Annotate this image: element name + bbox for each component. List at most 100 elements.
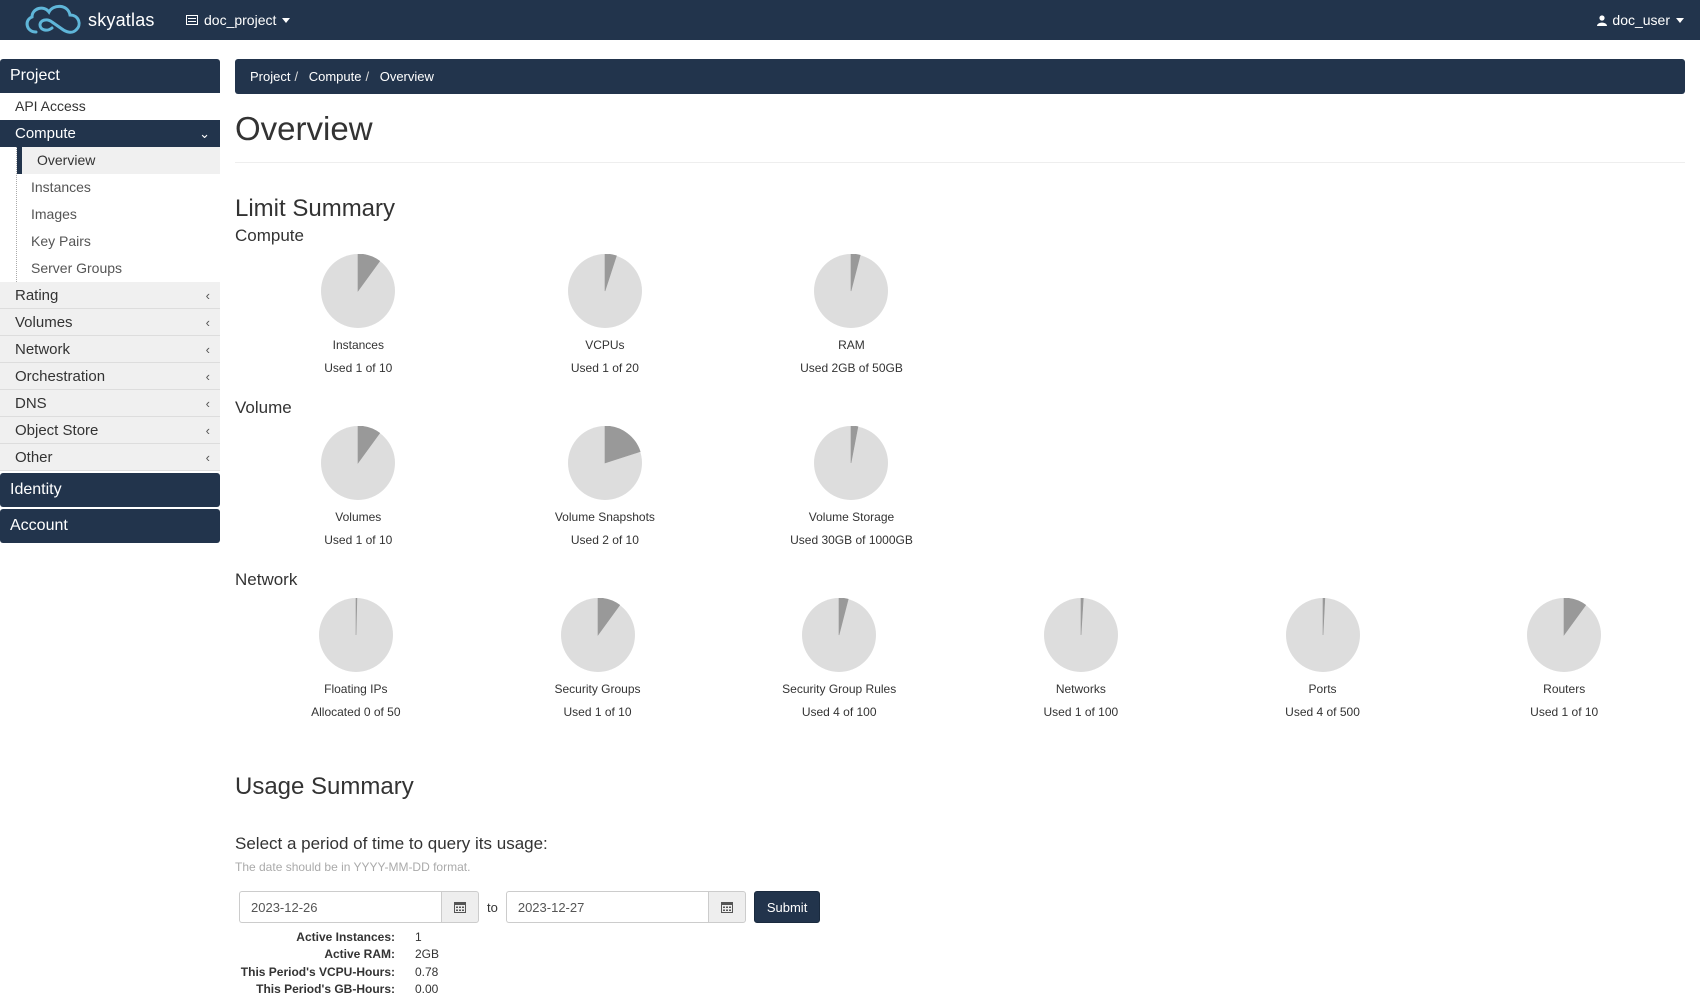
quota-label: Floating IPs bbox=[324, 682, 388, 696]
quota-label: Routers bbox=[1543, 682, 1586, 696]
quota-usage-text: Used 1 of 20 bbox=[570, 361, 639, 375]
brand-name: skyatlas bbox=[88, 9, 155, 30]
quota-pie-floating-ips: Floating IPs Allocated 0 of 50 bbox=[235, 593, 477, 739]
stat-value: 0.00 bbox=[415, 982, 439, 997]
page-title: Overview bbox=[235, 110, 1685, 163]
submit-button[interactable]: Submit bbox=[753, 891, 821, 923]
list-icon bbox=[186, 15, 198, 25]
quota-label: Volume Snapshots bbox=[554, 510, 655, 524]
quota-pie-volume-snapshots: Volume Snapshots Used 2 of 10 bbox=[482, 421, 729, 567]
sidebar-dashboard-identity[interactable]: Identity bbox=[0, 473, 220, 507]
breadcrumb-current: Overview bbox=[379, 69, 434, 84]
user-icon bbox=[1597, 14, 1608, 26]
pie-chart bbox=[567, 254, 642, 328]
sidebar-item-instances[interactable]: Instances bbox=[17, 174, 220, 201]
sidebar-group-compute[interactable]: Compute ⌄ bbox=[0, 120, 220, 147]
sidebar-item-images[interactable]: Images bbox=[17, 201, 220, 228]
sidebar-group-object-store[interactable]: Object Store ‹ bbox=[0, 417, 220, 444]
quota-pie-security-group-rules: Security Group Rules Used 4 of 100 bbox=[718, 593, 960, 739]
sidebar-group-label: DNS bbox=[15, 395, 47, 412]
pie-row: Volumes Used 1 of 10 Volume Snapshots Used … bbox=[235, 421, 1685, 567]
pie-chart bbox=[321, 254, 396, 328]
quota-pie-volume-storage: Volume Storage Used 30GB of 1000GB bbox=[728, 421, 975, 567]
breadcrumb-separator: / bbox=[365, 69, 370, 84]
quota-label: Instances bbox=[332, 338, 384, 352]
pie-chart bbox=[560, 598, 635, 672]
stat-value: 2GB bbox=[415, 947, 440, 962]
stat-value: 1 bbox=[415, 930, 422, 944]
sidebar-dashboard-account[interactable]: Account bbox=[0, 509, 220, 543]
chevron-left-icon: ‹ bbox=[205, 315, 210, 330]
project-dropdown[interactable]: doc_project bbox=[186, 0, 291, 40]
sidebar-group-label: Object Store bbox=[15, 422, 99, 439]
caret-down-icon bbox=[282, 17, 291, 23]
pie-row: Instances Used 1 of 10 VCPUs Used 1 of 20 RA… bbox=[235, 249, 1685, 395]
stat-key: Active RAM: bbox=[324, 947, 395, 962]
sidebar-group-label: Rating bbox=[15, 287, 59, 304]
pie-chart bbox=[318, 598, 393, 672]
pie-chart bbox=[1527, 598, 1602, 672]
top-navbar: skyatlas doc_project doc_user bbox=[0, 0, 1700, 40]
quota-pie-instances: Instances Used 1 of 10 bbox=[235, 249, 482, 395]
start-date-calendar-button[interactable] bbox=[441, 891, 479, 923]
stat-key: This Period's GB-Hours: bbox=[256, 982, 395, 997]
sidebar-item-server-groups[interactable]: Server Groups bbox=[17, 255, 220, 282]
chevron-left-icon: ‹ bbox=[205, 423, 210, 438]
sidebar-group-rating[interactable]: Rating ‹ bbox=[0, 282, 220, 309]
project-name: doc_project bbox=[204, 12, 277, 28]
quota-usage-text: Used 1 of 10 bbox=[324, 361, 393, 375]
pie-chart bbox=[1043, 598, 1118, 672]
quota-usage-text: Used 4 of 500 bbox=[1285, 705, 1360, 719]
quota-label: Volume Storage bbox=[808, 510, 895, 524]
sidebar-item-key-pairs[interactable]: Key Pairs bbox=[17, 228, 220, 255]
pie-chart bbox=[1285, 598, 1360, 672]
brand-logo[interactable]: skyatlas bbox=[22, 0, 155, 40]
quota-pie-vcpus: VCPUs Used 1 of 20 bbox=[482, 249, 729, 395]
sidebar-group-dns[interactable]: DNS ‹ bbox=[0, 390, 220, 417]
sidebar-group-volumes[interactable]: Volumes ‹ bbox=[0, 309, 220, 336]
sidebar-item-overview[interactable]: Overview bbox=[17, 147, 220, 174]
end-date-calendar-button[interactable] bbox=[707, 891, 746, 923]
end-date-input[interactable] bbox=[505, 891, 708, 923]
query-label: Select a period of time to query its usa… bbox=[235, 834, 548, 853]
quota-label: VCPUs bbox=[585, 338, 625, 352]
quota-usage-text: Used 1 of 10 bbox=[1530, 705, 1599, 719]
sidebar-dashboard-project[interactable]: Project bbox=[0, 59, 220, 93]
quota-usage-text: Used 1 of 10 bbox=[324, 533, 393, 547]
quota-label: Volumes bbox=[335, 510, 382, 524]
stat-row: This Period's GB-Hours: 0.00 bbox=[235, 982, 1685, 999]
calendar-icon bbox=[720, 902, 733, 913]
breadcrumb-compute[interactable]: Compute bbox=[309, 69, 362, 84]
sidebar-item-api-access[interactable]: API Access bbox=[0, 93, 220, 120]
start-date-input[interactable] bbox=[239, 891, 441, 923]
quota-label: Ports bbox=[1308, 682, 1337, 696]
date-format-help: The date should be in YYYY-MM-DD format. bbox=[235, 860, 471, 874]
chevron-left-icon: ‹ bbox=[205, 396, 210, 411]
breadcrumb-separator: / bbox=[294, 69, 299, 84]
limit-group-title: Volume bbox=[235, 398, 292, 417]
limit-group-title: Compute bbox=[235, 226, 304, 245]
limit-summary-title: Limit Summary bbox=[235, 195, 396, 222]
limit-group-title: Network bbox=[235, 570, 298, 589]
sidebar-group-orchestration[interactable]: Orchestration ‹ bbox=[0, 363, 220, 390]
quota-pie-ports: Ports Used 4 of 500 bbox=[1202, 593, 1444, 739]
quota-pie-networks: Networks Used 1 of 100 bbox=[960, 593, 1202, 739]
quota-usage-text: Used 30GB of 1000GB bbox=[790, 533, 913, 547]
quota-usage-text: Used 2 of 10 bbox=[570, 533, 639, 547]
breadcrumb-project[interactable]: Project bbox=[250, 69, 290, 84]
sidebar-group-other[interactable]: Other ‹ bbox=[0, 444, 220, 471]
sidebar: Project API Access Compute ⌄ Overview In… bbox=[0, 59, 220, 543]
sidebar-group-network[interactable]: Network ‹ bbox=[0, 336, 220, 363]
usage-stats: Active Instances: 1 Active RAM: 2GB This Per… bbox=[235, 930, 1685, 1000]
breadcrumb: Project / Compute / Overview bbox=[235, 59, 1685, 94]
user-dropdown[interactable]: doc_user bbox=[1597, 0, 1684, 40]
pie-chart bbox=[567, 426, 642, 500]
sidebar-group-label: Network bbox=[15, 341, 71, 358]
sidebar-group-label: Volumes bbox=[15, 314, 73, 331]
user-name: doc_user bbox=[1612, 12, 1670, 28]
chevron-down-icon: ⌄ bbox=[199, 126, 210, 141]
quota-usage-text: Used 2GB of 50GB bbox=[800, 361, 903, 375]
sidebar-group-label: Other bbox=[15, 449, 53, 466]
pie-chart bbox=[802, 598, 877, 672]
stat-row: Active Instances: 1 bbox=[235, 930, 1685, 947]
